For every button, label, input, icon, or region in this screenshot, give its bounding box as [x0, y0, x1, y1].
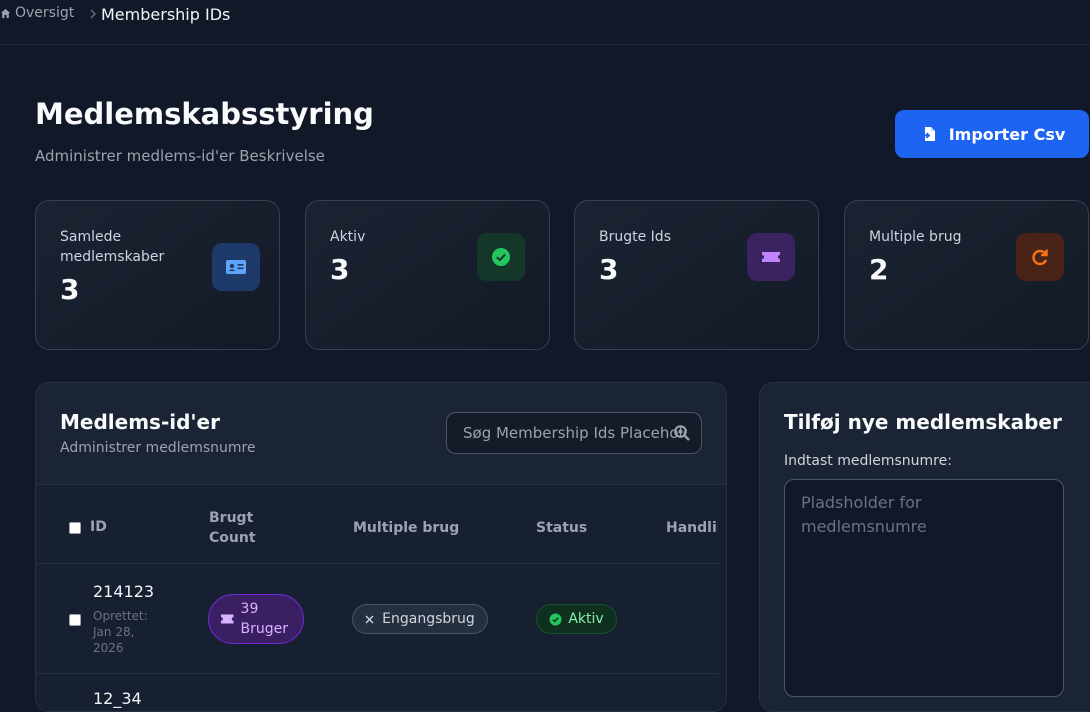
members-panel-subtitle: Administrer medlemsnumre: [60, 440, 256, 456]
search-input[interactable]: [447, 413, 687, 453]
close-icon: [365, 615, 374, 623]
refresh-icon: [1016, 233, 1064, 281]
status-badge: Aktiv: [536, 604, 617, 634]
ticket-icon: [221, 614, 234, 624]
column-header-id[interactable]: ID: [90, 517, 107, 537]
stat-label: Multiple brug: [869, 229, 962, 245]
breadcrumb-home-label: Oversigt: [15, 5, 75, 21]
stat-card-used: Brugte Ids 3: [574, 200, 819, 350]
members-panel-header: Medlems-id'er Administrer medlemsnumre: [36, 383, 726, 485]
home-icon: [0, 8, 11, 18]
row-created-date: Oprettet: Jan 28, 2026: [93, 609, 148, 655]
stat-card-multiple: Multiple brug 2: [844, 200, 1089, 350]
breadcrumb-current: Membership IDs: [101, 5, 230, 24]
breadcrumb-current-label: Membership IDs: [101, 5, 231, 24]
stat-value: 3: [60, 273, 80, 306]
column-header-status[interactable]: Status: [536, 518, 587, 538]
row-id: 214123: [93, 582, 155, 601]
import-csv-label: Importer Csv: [948, 124, 1066, 144]
ticket-icon: [747, 233, 795, 281]
check-circle-icon: [549, 613, 562, 625]
column-header-actions: Handlinger: [666, 520, 718, 536]
multiple-use-badge: Engangsbrug: [352, 604, 488, 634]
used-count-text: 39 Bruger: [240, 601, 289, 637]
header-divider: [36, 563, 719, 564]
chevron-right-icon: [90, 9, 96, 19]
check-circle-icon: [477, 233, 525, 281]
select-all-checkbox[interactable]: [69, 522, 81, 534]
column-header-used-count[interactable]: Brugt Count: [209, 508, 279, 548]
top-bar: Oversigt Membership IDs: [0, 0, 1090, 45]
id-card-icon: [212, 243, 260, 291]
import-csv-button[interactable]: Importer Csv: [895, 110, 1089, 158]
page-title: Medlemskabsstyring: [35, 97, 374, 131]
row-checkbox[interactable]: [69, 614, 81, 626]
row-id: 12_34: [93, 689, 142, 708]
file-import-icon: [921, 127, 935, 141]
search-icon[interactable]: [673, 424, 691, 442]
add-memberships-panel: Tilføj nye medlemskaber Indtast medlemsn…: [759, 382, 1090, 712]
stat-value: 2: [869, 253, 889, 286]
search-box: [446, 412, 702, 454]
page-subtitle: Administrer medlems-id'er Beskrivelse: [35, 147, 325, 165]
add-panel-title: Tilføj nye medlemskaber: [784, 410, 1062, 434]
stat-card-total: Samlede medlemskaber 3: [35, 200, 280, 350]
row-divider: [36, 673, 719, 674]
stat-label: Aktiv: [330, 229, 366, 245]
status-text: Aktiv: [568, 611, 604, 627]
used-count-badge: 39 Bruger: [208, 594, 304, 644]
multiple-use-text: Engangsbrug: [382, 611, 475, 627]
stat-label: Samlede medlemskaber: [60, 229, 165, 265]
members-panel: Medlems-id'er Administrer medlemsnumre I…: [35, 382, 727, 712]
stat-value: 3: [330, 253, 350, 286]
stat-card-active: Aktiv 3: [305, 200, 550, 350]
column-header-multiple-use[interactable]: Multiple brug: [353, 518, 459, 538]
stat-label: Brugte Ids: [599, 229, 671, 245]
breadcrumb-home[interactable]: Oversigt: [0, 5, 74, 21]
stat-value: 3: [599, 253, 619, 286]
members-panel-title: Medlems-id'er: [60, 410, 220, 434]
member-numbers-label: Indtast medlemsnumre:: [784, 453, 952, 469]
member-numbers-textarea[interactable]: [784, 479, 1064, 697]
